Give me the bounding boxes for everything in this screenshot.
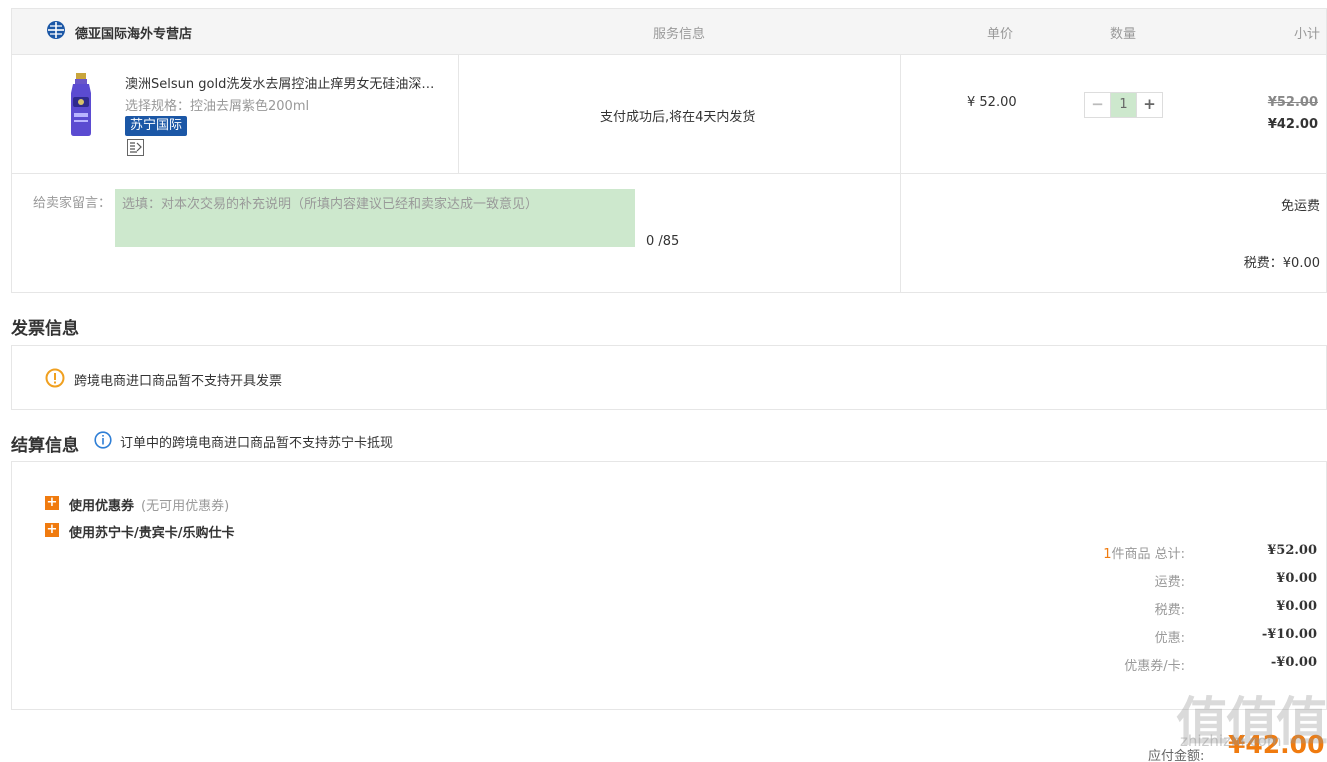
invoice-title: 发票信息: [11, 319, 79, 339]
increase-button[interactable]: +: [1137, 93, 1162, 117]
invoice-box: 跨境电商进口商品暂不支持开具发票: [11, 345, 1327, 410]
delivery-info: 支付成功后,将在4天内发货: [600, 110, 756, 125]
column-service: 服务信息: [653, 27, 706, 42]
use-card-toggle[interactable]: 使用苏宁卡/贵宾卡/乐购仕卡: [69, 522, 235, 541]
message-char-count: 0 /85: [646, 234, 680, 249]
decrease-button[interactable]: −: [1085, 93, 1110, 117]
expand-coupon-icon[interactable]: +: [45, 496, 59, 510]
warning-icon: [45, 368, 65, 388]
order-block: 德亚国际海外专营店 服务信息 单价 数量 小计 澳洲Selsun gold洗发水…: [11, 8, 1327, 293]
suning-intl-badge: 苏宁国际: [125, 116, 188, 136]
message-label: 给卖家留言：: [33, 196, 112, 211]
tax-note: 税费：¥0.00: [1243, 256, 1320, 271]
product-image[interactable]: [64, 73, 98, 137]
product-name[interactable]: 澳洲Selsun gold洗发水去屑控油止痒男女无硅油深…: [125, 73, 445, 92]
summary-card-value: -¥0.00: [1270, 655, 1317, 670]
quantity-value[interactable]: 1: [1110, 93, 1137, 117]
summary-total-label: 1件商品 总计:: [1103, 547, 1185, 562]
quantity-stepper[interactable]: − 1 +: [1084, 92, 1163, 118]
summary-discount-label: 优惠:: [1154, 631, 1185, 646]
seller-message-input[interactable]: [115, 189, 635, 247]
summary-shipping-value: ¥0.00: [1276, 571, 1317, 586]
shipping-note: 免运费: [1280, 199, 1320, 214]
summary-total-value: ¥52.00: [1267, 543, 1317, 558]
product-spec: 选择规格：控油去屑紫色200ml: [125, 99, 310, 114]
invoice-text: 跨境电商进口商品暂不支持开具发票: [74, 374, 283, 389]
original-subtotal: ¥52.00: [1267, 95, 1318, 110]
divider: [900, 55, 901, 293]
divider: [458, 55, 459, 174]
unit-price: ¥ 52.00: [967, 95, 1017, 110]
info-icon: [94, 431, 112, 449]
divider: [12, 173, 1326, 174]
store-name[interactable]: 德亚国际海外专营店: [75, 23, 192, 42]
summary-tax-label: 税费:: [1154, 603, 1185, 618]
column-quantity: 数量: [1110, 27, 1137, 42]
summary-card-label: 优惠券/卡:: [1124, 659, 1185, 674]
summary-tax-value: ¥0.00: [1276, 599, 1317, 614]
order-header: 德亚国际海外专营店 服务信息 单价 数量 小计: [12, 9, 1326, 55]
settlement-note: 订单中的跨境电商进口商品暂不支持苏宁卡抵现: [120, 436, 394, 451]
expand-card-icon[interactable]: +: [45, 523, 59, 537]
column-unit-price: 单价: [987, 27, 1014, 42]
settlement-box: + 使用优惠券 (无可用优惠券) + 使用苏宁卡/贵宾卡/乐购仕卡 1件商品 总…: [11, 461, 1327, 710]
settlement-title: 结算信息: [11, 436, 79, 456]
coupon-availability: (无可用优惠券): [141, 499, 230, 514]
summary-discount-value: -¥10.00: [1261, 627, 1317, 642]
use-coupon-toggle[interactable]: 使用优惠券: [69, 495, 134, 514]
column-subtotal: 小计: [1293, 27, 1320, 42]
subtotal: ¥42.00: [1267, 117, 1318, 132]
site-watermark-url: zhizhizhi.com: [1180, 732, 1282, 750]
summary-shipping-label: 运费:: [1154, 575, 1185, 590]
service-tag-icon: [127, 139, 144, 156]
globe-icon: [47, 21, 65, 39]
